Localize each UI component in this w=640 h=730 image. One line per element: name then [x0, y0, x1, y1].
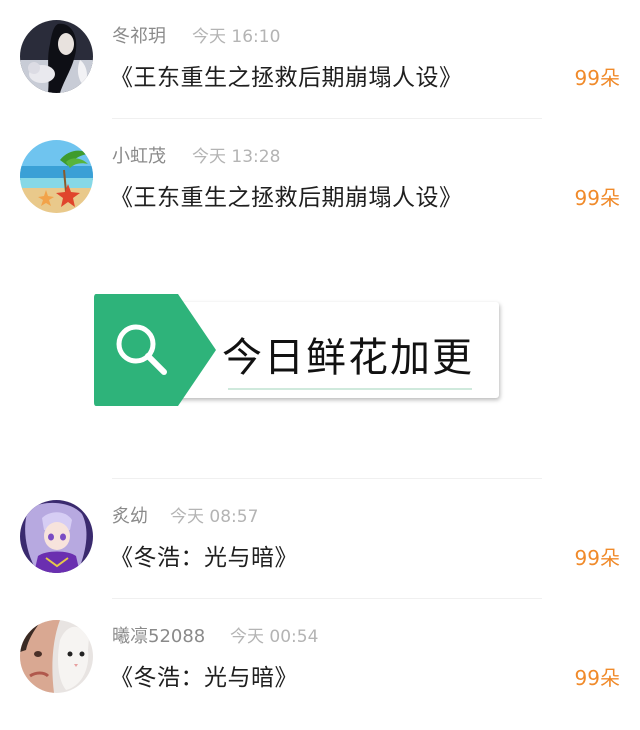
list-item[interactable]: 冬祁玥 今天 16:10 《王东重生之拯救后期崩塌人设》 99朵 — [0, 20, 640, 130]
flower-count: 99朵 — [574, 546, 620, 570]
username[interactable]: 曦凛52088 — [112, 622, 205, 648]
timestamp: 今天 16:10 — [192, 27, 281, 47]
banner-underline — [228, 388, 472, 390]
flower-count: 99朵 — [574, 666, 620, 690]
flower-count: 99朵 — [574, 66, 620, 90]
timestamp: 今天 08:57 — [170, 507, 259, 527]
list-item[interactable]: 炙幼 今天 08:57 《冬浩：光与暗》 99朵 — [0, 500, 640, 610]
book-title[interactable]: 《冬浩：光与暗》 — [110, 538, 298, 572]
username[interactable]: 炙幼 — [112, 502, 148, 528]
divider — [112, 478, 542, 479]
list-item[interactable]: 曦凛52088 今天 00:54 《冬浩：光与暗》 99朵 — [0, 620, 640, 730]
divider — [112, 118, 542, 119]
user-avatar[interactable] — [20, 140, 93, 213]
book-title[interactable]: 《王东重生之拯救后期崩塌人设》 — [110, 58, 463, 92]
banner-title: 今日鲜花加更 — [222, 335, 474, 381]
username[interactable]: 冬祁玥 — [112, 22, 166, 48]
user-avatar[interactable] — [20, 20, 93, 93]
timestamp: 今天 00:54 — [230, 627, 319, 647]
divider — [112, 598, 542, 599]
search-icon — [94, 294, 216, 406]
timestamp: 今天 13:28 — [192, 147, 281, 167]
book-title[interactable]: 《王东重生之拯救后期崩塌人设》 — [110, 178, 463, 212]
user-avatar[interactable] — [20, 620, 93, 693]
book-title[interactable]: 《冬浩：光与暗》 — [110, 658, 298, 692]
list-item[interactable]: 小虹茂 今天 13:28 《王东重生之拯救后期崩塌人设》 99朵 — [0, 140, 640, 250]
flower-update-banner: 今日鲜花加更 — [92, 292, 502, 410]
user-avatar[interactable] — [20, 500, 93, 573]
username[interactable]: 小虹茂 — [112, 142, 166, 168]
flower-count: 99朵 — [574, 186, 620, 210]
